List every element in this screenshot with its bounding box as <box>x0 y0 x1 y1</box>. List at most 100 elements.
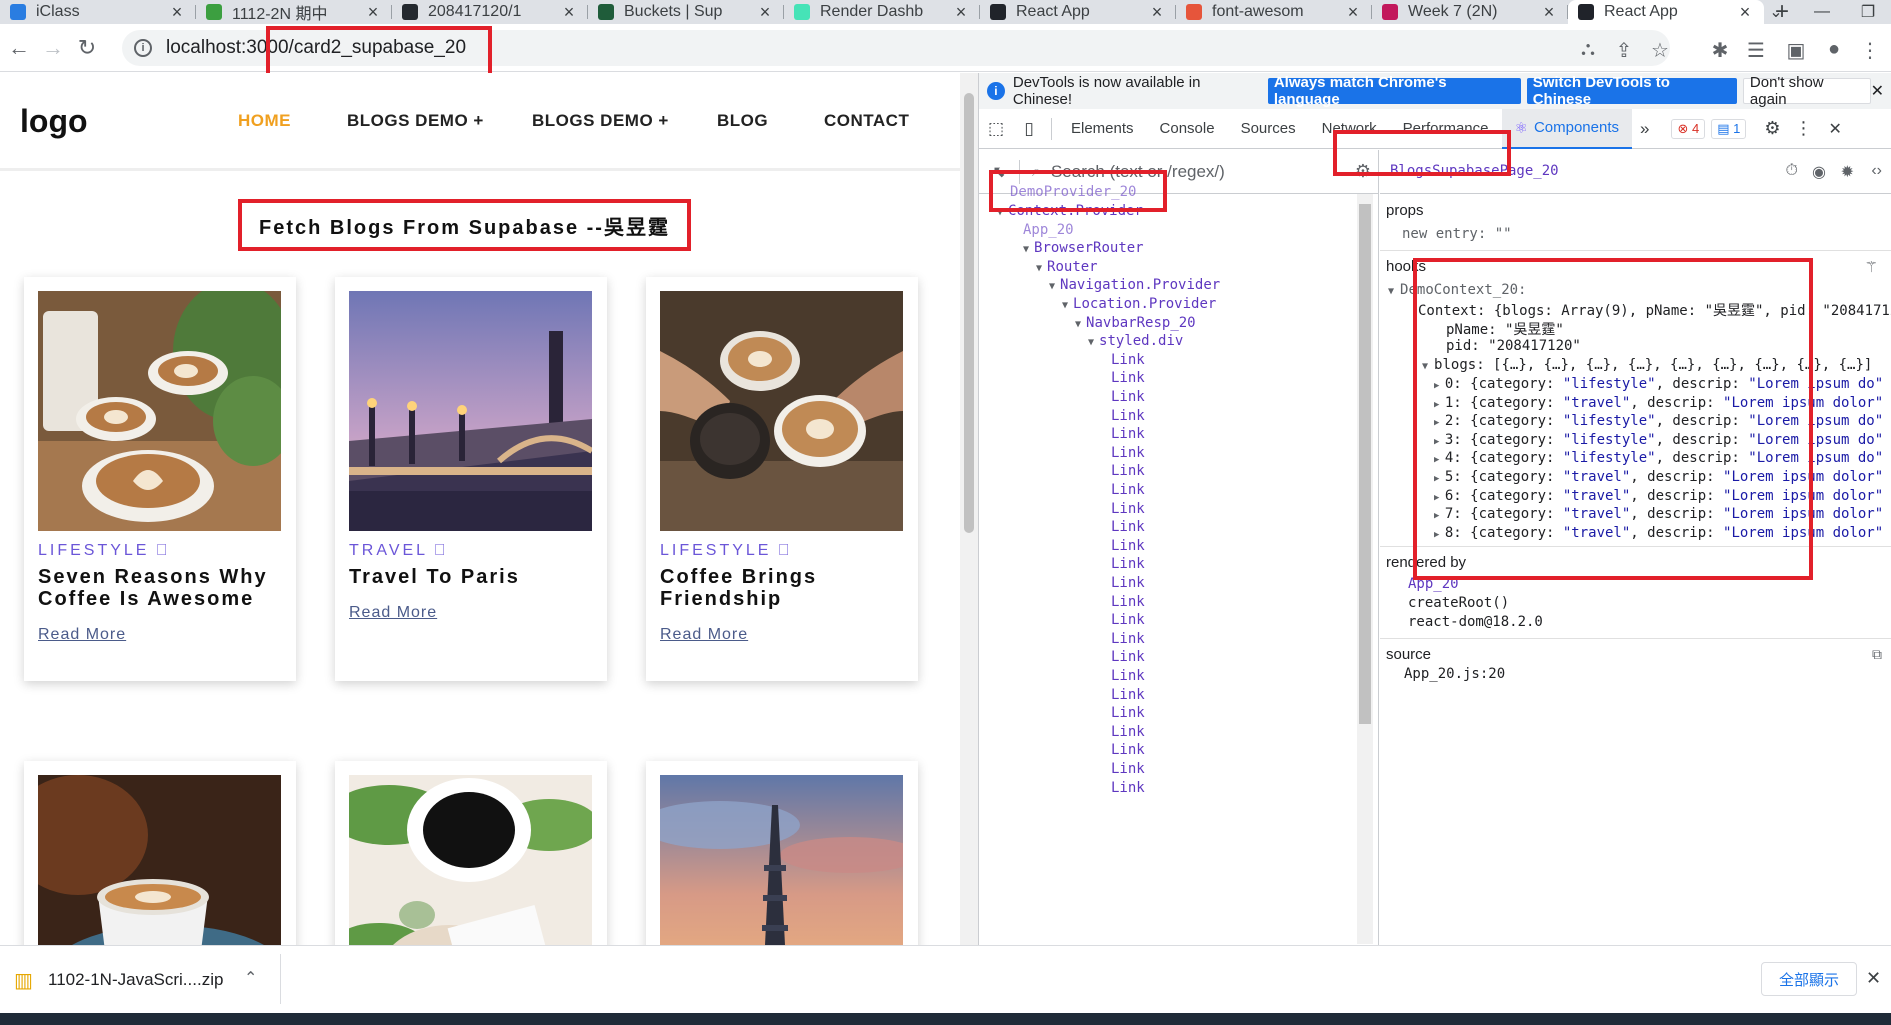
tree-expand-arrow-icon[interactable]: ▼ <box>1075 319 1081 330</box>
bookmark-star-icon[interactable]: ☆ <box>1648 38 1672 63</box>
browser-tab[interactable]: React App × <box>1568 0 1764 24</box>
tree-node-link[interactable]: Link <box>1111 668 1145 684</box>
tree-node-link[interactable]: Link <box>1111 649 1145 665</box>
tree-node-link[interactable]: Link <box>1111 705 1145 721</box>
profile-avatar-icon[interactable]: ● <box>1822 38 1846 61</box>
restore-window-icon[interactable]: ❐ <box>1845 2 1891 22</box>
tree-node-link[interactable]: Link <box>1111 519 1145 535</box>
download-filename[interactable]: 1102-1N-JavaScri....zip <box>48 970 223 990</box>
parse-hooks-wand-icon[interactable]: ⚚ <box>1865 258 1878 276</box>
tab-console[interactable]: Console <box>1147 109 1228 149</box>
tree-node-link[interactable]: Link <box>1111 780 1145 796</box>
dont-show-again-button[interactable]: Don't show again <box>1742 74 1871 108</box>
tree-node[interactable]: ▼ styled.div <box>1088 333 1183 349</box>
tree-node-link[interactable]: Link <box>1111 612 1145 628</box>
browser-tab[interactable]: Week 7 (2N) × <box>1372 0 1568 24</box>
read-more-link[interactable]: Read More <box>660 626 748 644</box>
extensions-icon[interactable]: ✱ <box>1708 38 1732 63</box>
tree-node-link[interactable]: Link <box>1111 426 1145 442</box>
tree-node-link[interactable]: Link <box>1111 408 1145 424</box>
tree-expand-arrow-icon[interactable]: ▼ <box>1023 244 1029 255</box>
tab-sources[interactable]: Sources <box>1228 109 1309 149</box>
forward-button[interactable]: → <box>36 35 70 61</box>
close-tab-icon[interactable]: × <box>1736 2 1754 23</box>
tree-node-link[interactable]: Link <box>1111 463 1145 479</box>
tree-node-link[interactable]: Link <box>1111 352 1145 368</box>
reload-button[interactable]: ↻ <box>70 35 104 61</box>
tree-node-link[interactable]: Link <box>1111 761 1145 777</box>
browser-tab[interactable]: 1112-2N 期中 × <box>196 0 392 24</box>
browser-tab[interactable]: React App × <box>980 0 1176 24</box>
inspect-dom-eye-icon[interactable]: ◉ <box>1812 162 1826 182</box>
read-more-link[interactable]: Read More <box>349 604 437 622</box>
tree-node[interactable]: ▼ BrowserRouter <box>1023 240 1144 256</box>
tree-node-link[interactable]: Link <box>1111 575 1145 591</box>
close-tab-icon[interactable]: × <box>364 2 382 23</box>
tree-node-link[interactable]: Link <box>1111 594 1145 610</box>
message-count-badge[interactable]: ▤ 1 <box>1711 118 1747 139</box>
close-download-shelf-icon[interactable]: ✕ <box>1866 968 1881 989</box>
close-infobar-icon[interactable]: ✕ <box>1871 81 1884 101</box>
read-more-link[interactable]: Read More <box>38 626 126 644</box>
devtools-menu-icon[interactable]: ⋮ <box>1795 118 1813 139</box>
tree-node[interactable]: ▼ NavbarResp_20 <box>1075 315 1196 331</box>
tree-expand-arrow-icon[interactable]: ▼ <box>1062 300 1068 311</box>
browser-tab[interactable]: iClass × <box>0 0 196 24</box>
tab-components[interactable]: ⚛ Components <box>1501 108 1633 149</box>
show-all-downloads-button[interactable]: 全部顯示 <box>1761 962 1857 996</box>
page-scrollbar-thumb[interactable] <box>964 93 974 533</box>
tree-expand-arrow-icon[interactable]: ▼ <box>1036 263 1042 274</box>
nav-home[interactable]: HOME <box>238 111 291 131</box>
tab-elements[interactable]: Elements <box>1058 109 1147 149</box>
tree-node-link[interactable]: Link <box>1111 687 1145 703</box>
tree-node-link[interactable]: Link <box>1111 445 1145 461</box>
nav-contact[interactable]: CONTACT <box>824 111 909 131</box>
nav-blog[interactable]: BLOG <box>717 111 768 131</box>
device-toolbar-icon[interactable]: ▯ <box>1013 119 1045 139</box>
tree-node-link[interactable]: Link <box>1111 370 1145 386</box>
tree-scrollbar[interactable] <box>1357 194 1373 944</box>
minimize-window-icon[interactable]: — <box>1799 3 1845 21</box>
site-logo[interactable]: logo <box>20 103 88 140</box>
browser-tab[interactable]: 208417120/1 × <box>392 0 588 24</box>
tree-expand-arrow-icon[interactable]: ▼ <box>1049 281 1055 292</box>
reading-list-icon[interactable]: ☰ <box>1744 38 1768 63</box>
nav-blogs-demo-1[interactable]: BLOGS DEMO + <box>347 111 484 131</box>
back-button[interactable]: ← <box>2 35 36 61</box>
tab-search-chevron-icon[interactable]: ⌄ <box>1753 2 1799 22</box>
error-count-badge[interactable]: ⊗ 4 <box>1671 118 1706 139</box>
settings-gear-icon[interactable]: ⚙ <box>1764 118 1780 139</box>
close-tab-icon[interactable]: × <box>1540 2 1558 23</box>
tree-node-link[interactable]: Link <box>1111 742 1145 758</box>
tree-node[interactable]: ▼ Router <box>1036 259 1098 275</box>
tree-node[interactable]: App_20 <box>1023 222 1074 238</box>
inspect-element-icon[interactable]: ⬚ <box>979 119 1013 139</box>
switch-language-button[interactable]: Switch DevTools to Chinese <box>1526 74 1737 108</box>
close-tab-icon[interactable]: × <box>952 2 970 23</box>
source-location[interactable]: App_20.js:20 <box>1404 666 1505 682</box>
browser-tab[interactable]: Render Dashb × <box>784 0 980 24</box>
close-tab-icon[interactable]: × <box>560 2 578 23</box>
nav-blogs-demo-2[interactable]: BLOGS DEMO + <box>532 111 669 131</box>
tree-node-link[interactable]: Link <box>1111 501 1145 517</box>
browser-menu-icon[interactable]: ⋮ <box>1858 38 1882 63</box>
tree-node-link[interactable]: Link <box>1111 538 1145 554</box>
close-tab-icon[interactable]: × <box>1148 2 1166 23</box>
view-source-icon[interactable]: ‹› <box>1871 162 1882 180</box>
browser-tab[interactable]: Buckets | Sup × <box>588 0 784 24</box>
close-tab-icon[interactable]: × <box>168 2 186 23</box>
match-language-button[interactable]: Always match Chrome's language <box>1267 74 1521 108</box>
tree-node[interactable]: ▼ Navigation.Provider <box>1049 277 1220 293</box>
suspend-timer-icon[interactable]: ⏱ <box>1786 162 1798 180</box>
tree-node-link[interactable]: Link <box>1111 556 1145 572</box>
props-new-entry[interactable]: new entry: "" <box>1402 226 1512 242</box>
close-tab-icon[interactable]: × <box>756 2 774 23</box>
browser-tab[interactable]: font-awesom × <box>1176 0 1372 24</box>
tree-scrollbar-thumb[interactable] <box>1359 204 1371 724</box>
copy-source-icon[interactable]: ⧉ <box>1872 646 1882 663</box>
download-options-chevron-icon[interactable]: ⌃ <box>244 968 257 988</box>
side-panel-icon[interactable]: ▣ <box>1784 38 1808 63</box>
close-devtools-icon[interactable]: ✕ <box>1829 119 1842 139</box>
tree-node-link[interactable]: Link <box>1111 482 1145 498</box>
more-tabs-button[interactable]: » <box>1632 119 1657 139</box>
